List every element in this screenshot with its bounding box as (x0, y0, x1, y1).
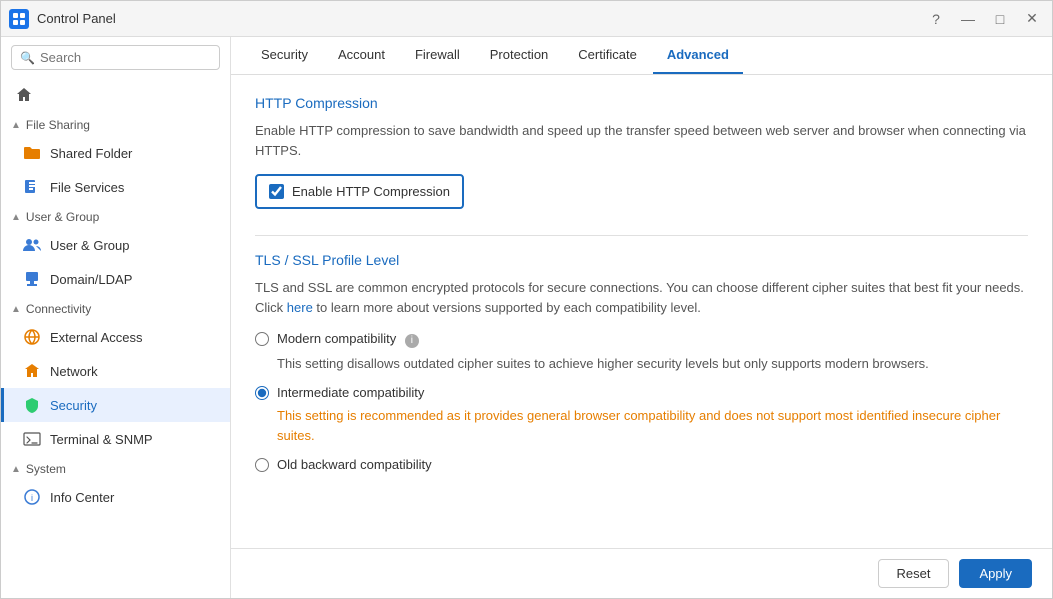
folder-icon (22, 143, 42, 163)
apply-button[interactable]: Apply (959, 559, 1032, 588)
section-user-group[interactable]: ▲ User & Group (1, 204, 230, 228)
svg-text:i: i (31, 493, 33, 503)
sidebar-item-security[interactable]: Security (1, 388, 230, 422)
tls-learn-more-link[interactable]: here (287, 300, 313, 315)
section-system[interactable]: ▲ System (1, 456, 230, 480)
tab-account[interactable]: Account (324, 37, 399, 74)
sidebar-item-external-access[interactable]: External Access (1, 320, 230, 354)
security-icon (22, 395, 42, 415)
tls-desc-suffix: to learn more about versions supported b… (313, 300, 701, 315)
external-access-icon (22, 327, 42, 347)
section-system-label: System (26, 462, 66, 476)
http-compression-section: HTTP Compression Enable HTTP compression… (255, 95, 1028, 229)
section-file-sharing[interactable]: ▲ File Sharing (1, 112, 230, 136)
radio-modern-desc: This setting disallows outdated cipher s… (277, 354, 1028, 374)
search-box[interactable]: 🔍 (11, 45, 220, 70)
close-button[interactable]: ✕ (1020, 7, 1044, 31)
modern-info-icon: i (405, 334, 419, 348)
tls-ssl-desc: TLS and SSL are common encrypted protoco… (255, 278, 1028, 317)
shared-folder-label: Shared Folder (50, 146, 132, 161)
user-group-label: User & Group (50, 238, 129, 253)
tab-bar: Security Account Firewall Protection Cer… (231, 37, 1052, 75)
external-access-label: External Access (50, 330, 143, 345)
radio-modern-label: Modern compatibility i (277, 331, 419, 348)
file-services-icon (22, 177, 42, 197)
content-panel: HTTP Compression Enable HTTP compression… (231, 75, 1052, 548)
radio-modern-input[interactable] (255, 332, 269, 346)
http-compression-title: HTTP Compression (255, 95, 1028, 111)
tab-protection[interactable]: Protection (476, 37, 563, 74)
http-compression-checkbox[interactable] (269, 184, 284, 199)
chevron-connectivity: ▲ (11, 304, 21, 315)
radio-intermediate-desc: This setting is recommended as it provid… (277, 406, 1028, 445)
tab-advanced[interactable]: Advanced (653, 37, 743, 74)
domain-ldap-label: Domain/LDAP (50, 272, 132, 287)
radio-old-label: Old backward compatibility (277, 457, 432, 472)
radio-intermediate-input[interactable] (255, 386, 269, 400)
network-label: Network (50, 364, 98, 379)
main-layout: 🔍 ▲ File Sharing Shared Folder (1, 37, 1052, 598)
reset-button[interactable]: Reset (878, 559, 950, 588)
maximize-button[interactable]: □ (988, 7, 1012, 31)
title-bar: Control Panel ? — □ ✕ (1, 1, 1052, 37)
security-label: Security (50, 398, 97, 413)
chevron-file-sharing: ▲ (11, 120, 21, 131)
radio-old-input[interactable] (255, 458, 269, 472)
tab-firewall[interactable]: Firewall (401, 37, 474, 74)
section-user-group-label: User & Group (26, 210, 99, 224)
content-area: Security Account Firewall Protection Cer… (231, 37, 1052, 598)
tls-ssl-title: TLS / SSL Profile Level (255, 252, 1028, 268)
radio-old: Old backward compatibility (255, 457, 1028, 472)
sidebar-item-user-group[interactable]: User & Group (1, 228, 230, 262)
radio-intermediate: Intermediate compatibility (255, 385, 1028, 400)
file-services-label: File Services (50, 180, 124, 195)
sidebar-item-terminal-snmp[interactable]: Terminal & SNMP (1, 422, 230, 456)
tab-security[interactable]: Security (247, 37, 322, 74)
sidebar-item-domain-ldap[interactable]: Domain/LDAP (1, 262, 230, 296)
section-connectivity[interactable]: ▲ Connectivity (1, 296, 230, 320)
window-controls: ? — □ ✕ (924, 7, 1044, 31)
search-input[interactable] (40, 50, 211, 65)
domain-icon (22, 269, 42, 289)
tab-certificate[interactable]: Certificate (564, 37, 651, 74)
app-icon (9, 9, 29, 29)
section-file-sharing-label: File Sharing (26, 118, 90, 132)
chevron-user-group: ▲ (11, 212, 21, 223)
info-center-label: Info Center (50, 490, 114, 505)
users-icon (22, 235, 42, 255)
search-icon: 🔍 (20, 51, 35, 65)
chevron-system: ▲ (11, 464, 21, 475)
terminal-snmp-label: Terminal & SNMP (50, 432, 153, 447)
info-center-icon: i (22, 487, 42, 507)
home-icon (14, 85, 34, 105)
help-button[interactable]: ? (924, 7, 948, 31)
section-divider (255, 235, 1028, 236)
tls-ssl-section: TLS / SSL Profile Level TLS and SSL are … (255, 252, 1028, 472)
sidebar: 🔍 ▲ File Sharing Shared Folder (1, 37, 231, 598)
http-compression-checkbox-group[interactable]: Enable HTTP Compression (255, 174, 464, 209)
http-compression-checkbox-label[interactable]: Enable HTTP Compression (292, 184, 450, 199)
footer-bar: Reset Apply (231, 548, 1052, 598)
terminal-icon (22, 429, 42, 449)
radio-modern: Modern compatibility i (255, 331, 1028, 348)
minimize-button[interactable]: — (956, 7, 980, 31)
sidebar-home[interactable] (1, 78, 230, 112)
sidebar-item-file-services[interactable]: File Services (1, 170, 230, 204)
section-connectivity-label: Connectivity (26, 302, 91, 316)
sidebar-item-info-center[interactable]: i Info Center (1, 480, 230, 514)
http-compression-desc: Enable HTTP compression to save bandwidt… (255, 121, 1028, 160)
sidebar-item-network[interactable]: Network (1, 354, 230, 388)
network-icon (22, 361, 42, 381)
radio-intermediate-label: Intermediate compatibility (277, 385, 424, 400)
control-panel-window: Control Panel ? — □ ✕ 🔍 ▲ F (0, 0, 1053, 599)
window-title: Control Panel (37, 11, 924, 26)
sidebar-item-shared-folder[interactable]: Shared Folder (1, 136, 230, 170)
